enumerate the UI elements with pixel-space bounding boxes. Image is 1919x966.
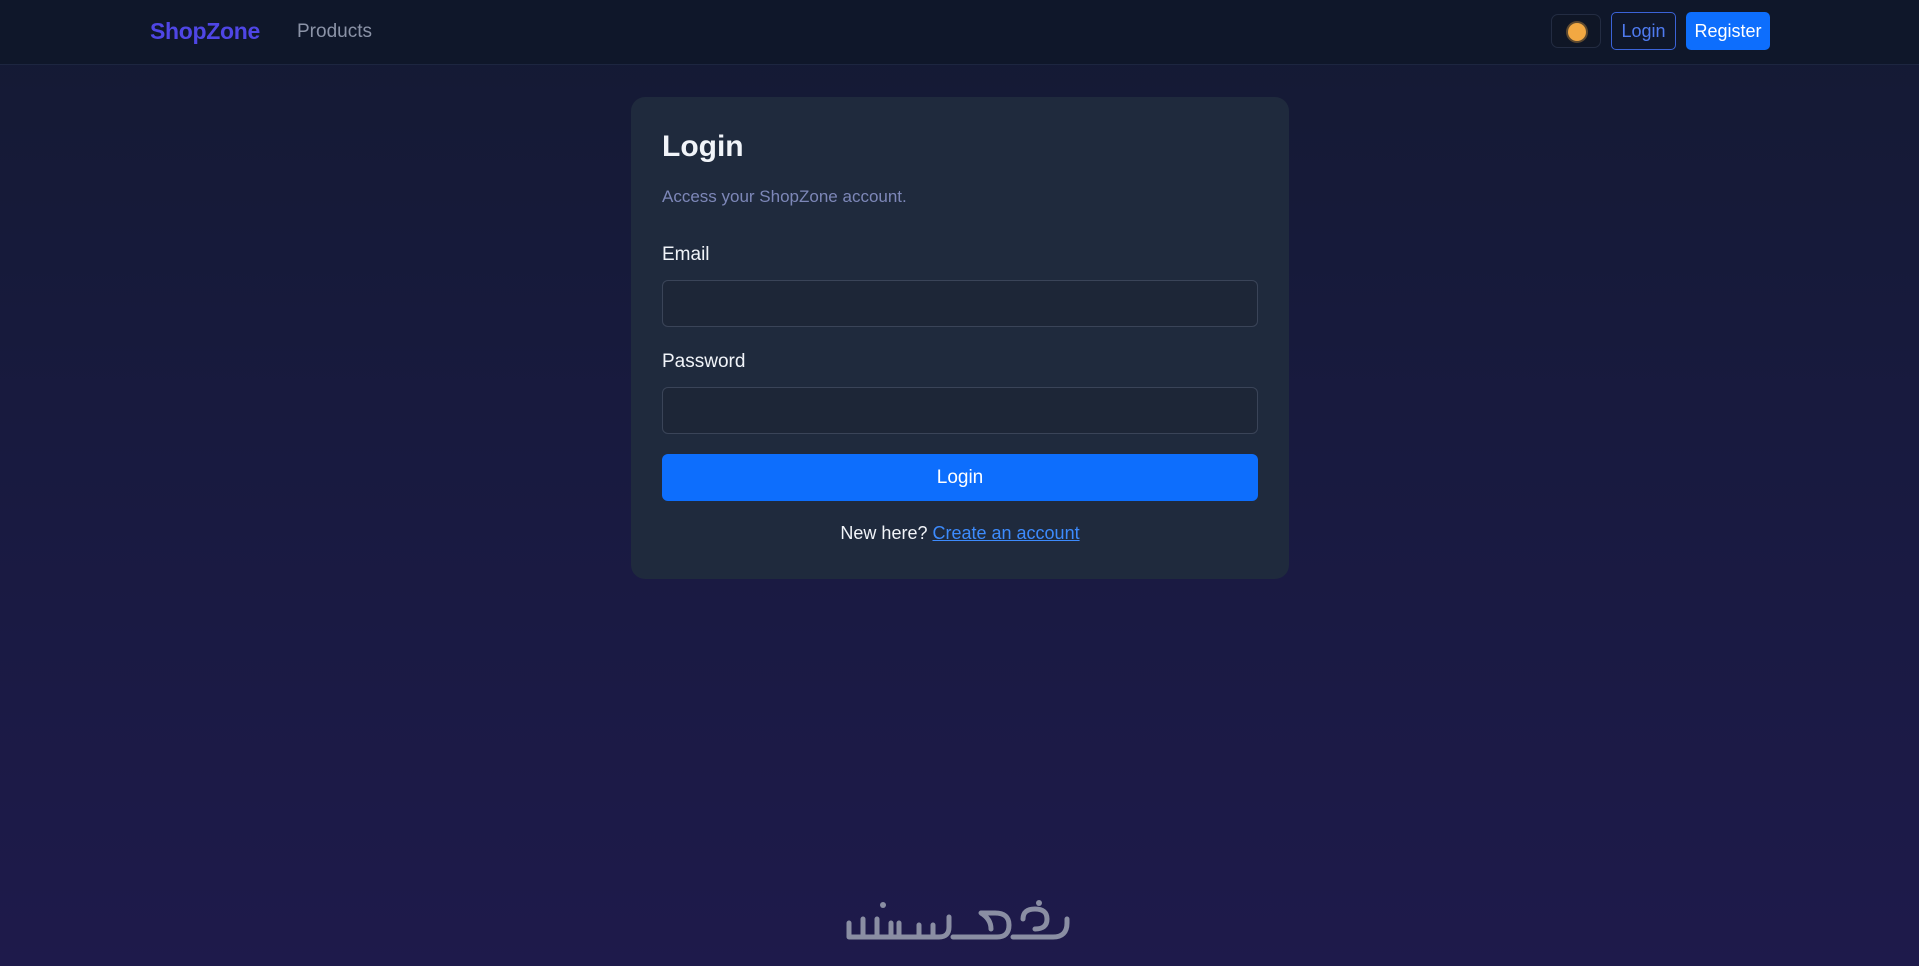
nav-login-button[interactable]: Login (1611, 12, 1676, 50)
theme-toggle-button[interactable] (1551, 14, 1601, 48)
login-card: Login Access your ShopZone account. Emai… (631, 97, 1289, 579)
email-label: Email (662, 244, 710, 265)
login-submit-button[interactable]: Login (662, 454, 1258, 501)
signup-prompt-line: New here? Create an account (631, 523, 1289, 544)
login-title: Login (662, 130, 744, 163)
brand-logo[interactable]: ShopZone (150, 18, 260, 45)
top-navbar: ShopZone Products Login Register (0, 0, 1919, 65)
email-input[interactable] (662, 280, 1258, 327)
signup-prompt-text: New here? (840, 523, 928, 543)
nav-link-products[interactable]: Products (297, 21, 372, 43)
khamsat-watermark-logo (846, 900, 1070, 940)
create-account-link[interactable]: Create an account (932, 523, 1079, 543)
nav-register-button[interactable]: Register (1686, 12, 1770, 50)
sun-icon (1568, 23, 1586, 41)
login-subtitle: Access your ShopZone account. (662, 187, 907, 206)
password-label: Password (662, 351, 746, 372)
password-input[interactable] (662, 387, 1258, 434)
